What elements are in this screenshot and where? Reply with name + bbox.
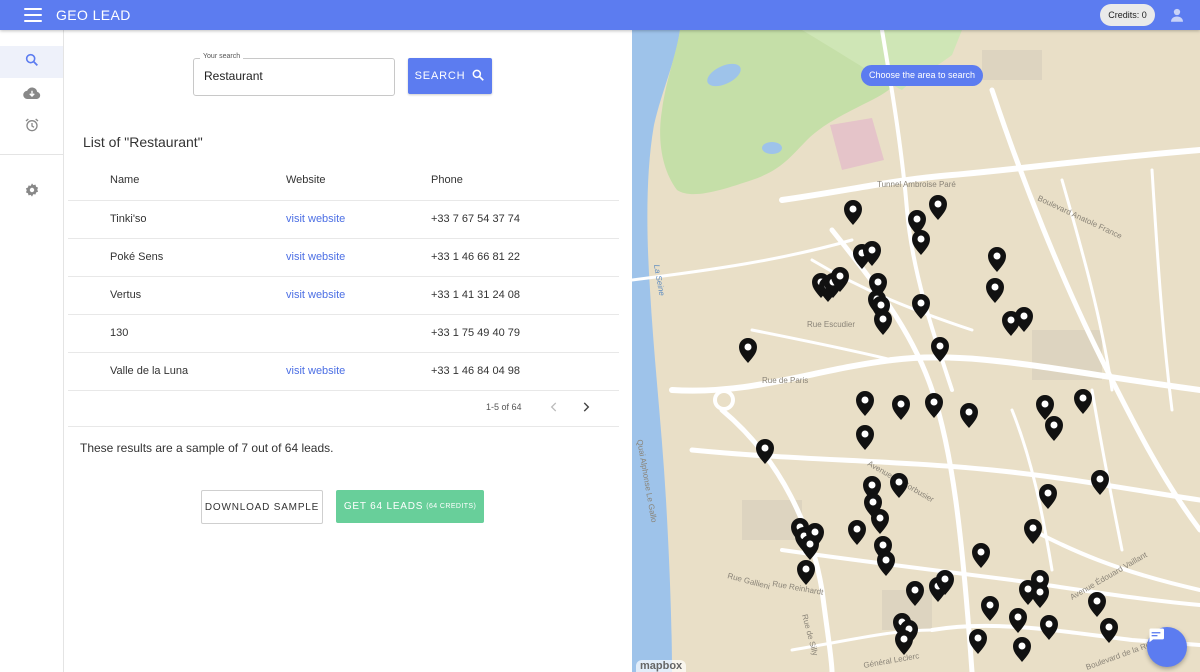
app-title: GEO LEAD [56,7,131,23]
results-panel: Your search SEARCH List of "Restaurant" … [64,30,632,672]
results-table: Name Website Phone Tinki'so visit websit… [68,161,619,391]
row-name: Tinki'so [68,200,286,239]
map-canvas[interactable]: Tunnel Ambroise Paré La Seine Rue Escudi… [632,30,1200,672]
top-app-bar: GEO LEAD Credits: 0 [0,0,1200,30]
search-input[interactable] [204,69,384,83]
search-icon [471,68,485,85]
mapbox-logo[interactable]: mapbox [636,660,687,672]
search-icon [24,52,40,73]
download-sample-button[interactable]: DOWNLOAD SAMPLE [201,490,323,524]
download-sample-label: DOWNLOAD SAMPLE [204,501,320,513]
row-name: Poké Sens [68,238,286,277]
search-field-legend: Your search [200,53,244,60]
row-name: Vertus [68,276,286,315]
chevron-right-icon[interactable] [579,400,593,414]
sidebar-item-alerts[interactable] [0,111,63,143]
cloud-download-icon [22,85,41,106]
row-name: 130 [68,314,286,353]
credits-badge[interactable]: Credits: 0 [1100,4,1155,26]
visit-website-link[interactable]: visit website [286,289,345,301]
gear-icon [24,182,40,203]
get-leads-button[interactable]: GET 64 LEADS (64 CREDITS) [336,490,484,523]
street-label: Rue de Paris [762,376,808,385]
list-title: List of "Restaurant" [83,134,203,150]
table-row: Valle de la Luna visit website +33 1 46 … [68,352,619,391]
sample-note: These results are a sample of 7 out of 6… [80,441,334,455]
row-phone: +33 1 46 84 04 98 [431,352,619,391]
search-field[interactable]: Your search [193,53,395,96]
street-label: Tunnel Ambroise Paré [877,180,956,189]
alarm-clock-icon [24,117,40,138]
column-header-website: Website [286,161,431,201]
row-website-empty [286,314,431,353]
search-button-label: SEARCH [414,70,466,82]
sidebar-item-settings[interactable] [0,176,63,208]
pagination-range: 1-5 of 64 [486,402,522,412]
chat-button[interactable] [1147,627,1187,667]
table-footer-divider [68,426,619,427]
sidebar-divider [0,154,63,155]
chevron-left-icon[interactable] [547,400,561,414]
column-header-name: Name [68,161,286,201]
sidebar [0,30,64,672]
table-row: Vertus visit website +33 1 41 31 24 08 [68,276,619,315]
row-name: Valle de la Luna [68,352,286,391]
street-label: Rue Escudier [807,320,855,329]
table-header-row: Name Website Phone [68,161,619,201]
sidebar-item-search[interactable] [0,46,63,78]
row-phone: +33 1 75 49 40 79 [431,314,619,353]
table-row: 130 +33 1 75 49 40 79 [68,314,619,353]
column-header-phone: Phone [431,161,619,201]
hamburger-menu-icon[interactable] [24,8,42,22]
account-icon[interactable] [1168,6,1186,24]
table-row: Poké Sens visit website +33 1 46 66 81 2… [68,238,619,277]
get-leads-credits: (64 CREDITS) [426,503,477,510]
get-leads-label: GET 64 LEADS [343,501,424,512]
visit-website-link[interactable]: visit website [286,213,345,225]
visit-website-link[interactable]: visit website [286,251,345,263]
table-row: Tinki'so visit website +33 7 67 54 37 74 [68,200,619,239]
row-phone: +33 1 41 31 24 08 [431,276,619,315]
choose-area-tooltip[interactable]: Choose the area to search [861,65,984,86]
row-phone: +33 1 46 66 81 22 [431,238,619,277]
search-button[interactable]: SEARCH [408,58,492,94]
map-view[interactable]: Tunnel Ambroise Paré La Seine Rue Escudi… [632,30,1200,672]
visit-website-link[interactable]: visit website [286,365,345,377]
row-phone: +33 7 67 54 37 74 [431,200,619,239]
sidebar-item-downloads[interactable] [0,79,63,111]
